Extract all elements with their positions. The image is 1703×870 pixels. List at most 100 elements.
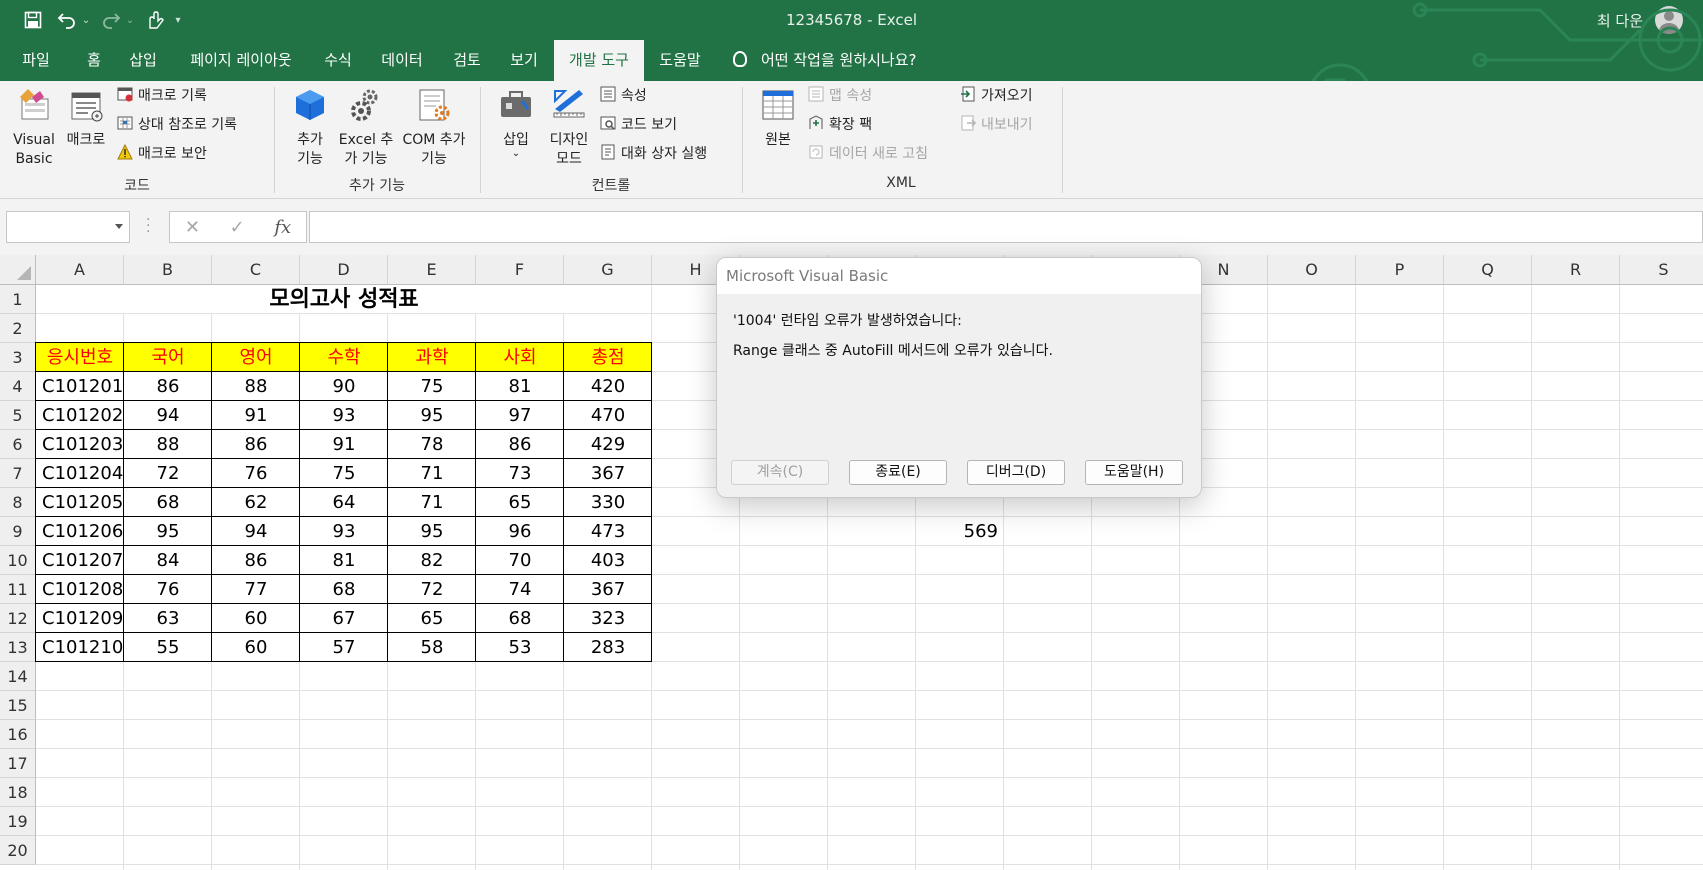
table-cell[interactable]: 90	[300, 372, 388, 401]
row-header[interactable]: 3	[0, 343, 36, 372]
cell-value[interactable]: 569	[916, 517, 1004, 546]
tab-help[interactable]: 도움말	[654, 40, 706, 81]
table-cell[interactable]: 55	[124, 633, 212, 662]
column-header[interactable]: D	[300, 255, 388, 285]
table-cell[interactable]: 64	[300, 488, 388, 517]
table-cell[interactable]: 88	[212, 372, 300, 401]
table-cell[interactable]: 58	[388, 633, 476, 662]
table-cell[interactable]: C101210	[36, 633, 124, 662]
expansion-packs-button[interactable]: 확장 팩	[808, 114, 872, 136]
table-cell[interactable]: 75	[388, 372, 476, 401]
row-header[interactable]: 11	[0, 575, 36, 604]
table-cell[interactable]: 403	[564, 546, 652, 575]
table-cell[interactable]: 67	[300, 604, 388, 633]
name-box[interactable]	[6, 211, 130, 243]
tab-review[interactable]: 검토	[446, 40, 488, 81]
tab-developer[interactable]: 개발 도구	[554, 40, 644, 81]
column-header[interactable]: O	[1268, 255, 1356, 285]
row-header[interactable]: 20	[0, 836, 36, 865]
table-cell[interactable]: 94	[212, 517, 300, 546]
export-button[interactable]: 내보내기	[960, 114, 1033, 136]
run-dialog-button[interactable]: 대화 상자 실행	[600, 143, 707, 165]
table-cell[interactable]: 73	[476, 459, 564, 488]
tab-file[interactable]: 파일	[10, 40, 62, 81]
table-cell[interactable]: 97	[476, 401, 564, 430]
tell-me-search[interactable]: 어떤 작업을 원하시나요?	[733, 40, 917, 81]
table-header-cell[interactable]: 사회	[476, 343, 564, 372]
tab-view[interactable]: 보기	[502, 40, 546, 81]
end-button[interactable]: 종료(E)	[849, 460, 947, 485]
row-header[interactable]: 6	[0, 430, 36, 459]
table-cell[interactable]: 76	[124, 575, 212, 604]
table-cell[interactable]: 470	[564, 401, 652, 430]
table-cell[interactable]: C101204	[36, 459, 124, 488]
import-button[interactable]: 가져오기	[960, 85, 1033, 107]
insert-control-button[interactable]: 삽입 ⌄	[494, 87, 538, 159]
column-header[interactable]: G	[564, 255, 652, 285]
refresh-data-button[interactable]: 데이터 새로 고침	[808, 143, 928, 165]
table-cell[interactable]: 82	[388, 546, 476, 575]
table-cell[interactable]: 63	[124, 604, 212, 633]
view-code-button[interactable]: 코드 보기	[600, 114, 677, 136]
table-header-cell[interactable]: 수학	[300, 343, 388, 372]
table-cell[interactable]: 65	[476, 488, 564, 517]
table-cell[interactable]: 81	[476, 372, 564, 401]
com-addins-button[interactable]: COM 추가 기능	[400, 87, 468, 169]
column-header[interactable]: E	[388, 255, 476, 285]
macro-security-button[interactable]: 매크로 보안	[117, 143, 207, 165]
table-header-cell[interactable]: 과학	[388, 343, 476, 372]
table-cell[interactable]: 70	[476, 546, 564, 575]
column-header[interactable]: P	[1356, 255, 1444, 285]
table-header-cell[interactable]: 응시번호	[36, 343, 124, 372]
table-cell[interactable]: 62	[212, 488, 300, 517]
debug-button[interactable]: 디버그(D)	[967, 460, 1065, 485]
table-cell[interactable]: 65	[388, 604, 476, 633]
row-header[interactable]: 14	[0, 662, 36, 691]
row-header[interactable]: 9	[0, 517, 36, 546]
table-cell[interactable]: 91	[300, 430, 388, 459]
table-cell[interactable]: 86	[124, 372, 212, 401]
table-cell[interactable]: 429	[564, 430, 652, 459]
table-cell[interactable]: 74	[476, 575, 564, 604]
record-macro-button[interactable]: 매크로 기록	[117, 85, 207, 107]
table-cell[interactable]: 94	[124, 401, 212, 430]
row-header[interactable]: 2	[0, 314, 36, 343]
map-properties-button[interactable]: 맵 속성	[808, 85, 872, 107]
tab-data[interactable]: 데이터	[372, 40, 432, 81]
table-cell[interactable]: 93	[300, 401, 388, 430]
table-cell[interactable]: 86	[212, 546, 300, 575]
row-header[interactable]: 17	[0, 749, 36, 778]
tab-page-layout[interactable]: 페이지 레이아웃	[178, 40, 304, 81]
table-cell[interactable]: 78	[388, 430, 476, 459]
table-cell[interactable]: 96	[476, 517, 564, 546]
table-cell[interactable]: 53	[476, 633, 564, 662]
table-cell[interactable]: C101207	[36, 546, 124, 575]
table-cell[interactable]: 95	[388, 517, 476, 546]
table-cell[interactable]: 68	[124, 488, 212, 517]
table-cell[interactable]: 86	[212, 430, 300, 459]
row-header[interactable]: 5	[0, 401, 36, 430]
table-cell[interactable]: 68	[300, 575, 388, 604]
properties-button[interactable]: 속성	[600, 85, 647, 107]
table-cell[interactable]: 71	[388, 488, 476, 517]
sheet-title-cell[interactable]: 모의고사 성적표	[36, 285, 652, 314]
table-cell[interactable]: 60	[212, 604, 300, 633]
table-cell[interactable]: C101203	[36, 430, 124, 459]
column-header[interactable]: S	[1620, 255, 1703, 285]
table-cell[interactable]: 420	[564, 372, 652, 401]
cancel-icon[interactable]: ✕	[185, 217, 200, 238]
table-cell[interactable]: 72	[124, 459, 212, 488]
table-cell[interactable]: 88	[124, 430, 212, 459]
column-header[interactable]: C	[212, 255, 300, 285]
design-mode-button[interactable]: 디자인 모드	[544, 87, 594, 169]
row-header[interactable]: 10	[0, 546, 36, 575]
table-cell[interactable]: 330	[564, 488, 652, 517]
table-cell[interactable]: 93	[300, 517, 388, 546]
row-header[interactable]: 19	[0, 807, 36, 836]
insert-function-icon[interactable]: fx	[274, 217, 291, 238]
name-box-dropdown-icon[interactable]	[115, 224, 123, 229]
table-cell[interactable]: 95	[124, 517, 212, 546]
row-header[interactable]: 12	[0, 604, 36, 633]
table-cell[interactable]: 77	[212, 575, 300, 604]
table-cell[interactable]: 367	[564, 459, 652, 488]
